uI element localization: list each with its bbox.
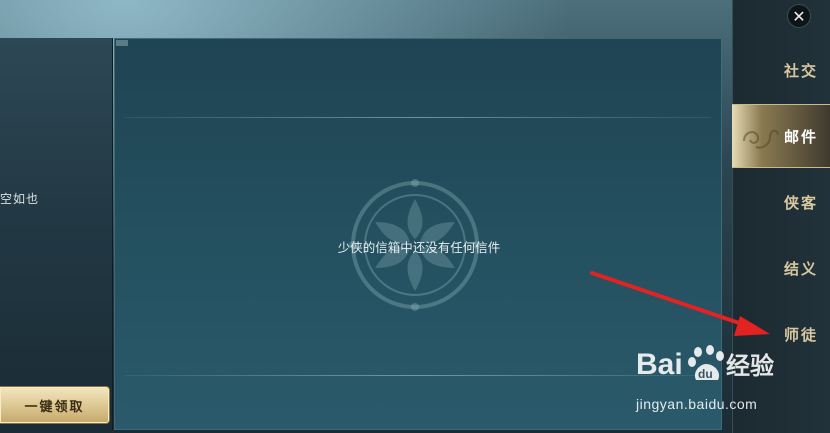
tab-label: 结义 <box>783 259 818 278</box>
watermark-url: jingyan.baidu.com <box>636 396 758 412</box>
cloud-swirl-icon <box>743 129 779 149</box>
tab-label: 邮件 <box>783 127 818 146</box>
svg-text:Bai: Bai <box>636 348 683 381</box>
mail-content-panel: 少侠的信箱中还没有任何信件 <box>114 38 722 430</box>
tab-heroes[interactable]: 侠客 <box>732 170 830 234</box>
tab-mail[interactable]: 邮件 <box>732 104 830 168</box>
svg-text:经验: 经验 <box>726 352 774 380</box>
divider-bottom <box>125 375 711 376</box>
empty-list-text: 空如也 <box>0 192 40 206</box>
tab-sworn-brothers[interactable]: 结义 <box>732 236 830 300</box>
claim-all-button[interactable]: 一键领取 <box>0 386 110 424</box>
svg-text:du: du <box>698 367 713 381</box>
panel-corner-ornament <box>116 40 128 46</box>
tab-label: 社交 <box>783 61 818 80</box>
tab-label: 师徒 <box>783 325 818 344</box>
empty-mailbox-message: 少侠的信箱中还没有任何信件 <box>337 240 501 255</box>
baidu-logo: Bai du 经验 <box>636 345 774 381</box>
tab-social[interactable]: 社交 <box>732 38 830 102</box>
mail-list-panel <box>0 38 113 430</box>
divider-top <box>125 117 711 118</box>
tab-label: 侠客 <box>783 193 818 212</box>
close-icon[interactable]: ✕ <box>787 4 811 28</box>
